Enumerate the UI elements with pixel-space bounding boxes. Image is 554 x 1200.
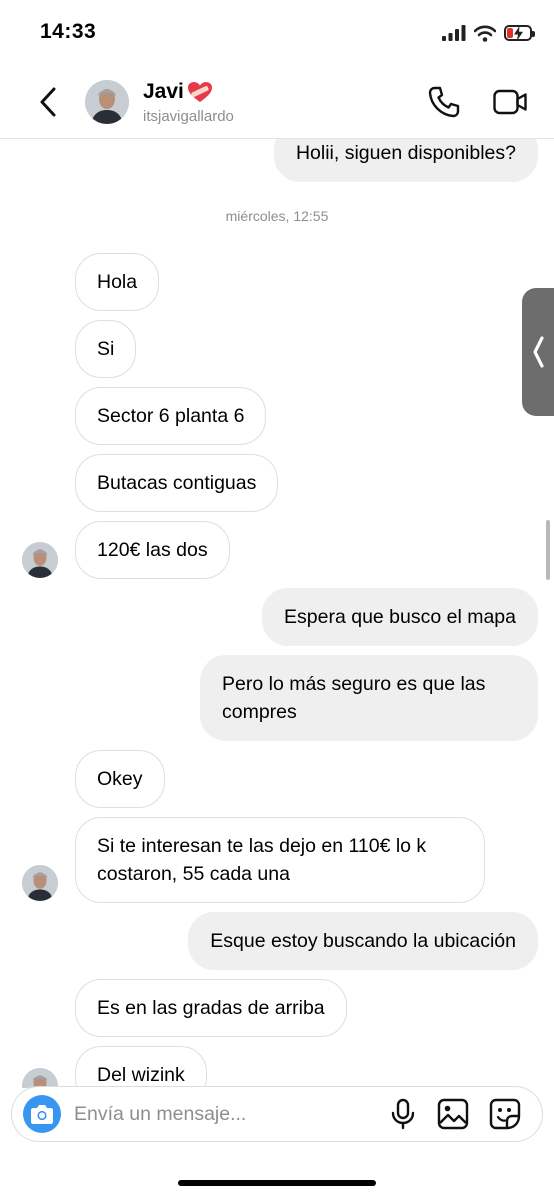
side-panel-handle[interactable]: [522, 288, 554, 416]
message-input[interactable]: [74, 1097, 374, 1131]
sticker-button[interactable]: [488, 1097, 522, 1131]
message-bubble-incoming[interactable]: Si te interesan te las dejo en 110€ lo k…: [75, 817, 485, 903]
message-bubble-incoming[interactable]: Es en las gradas de arriba: [75, 979, 347, 1037]
camera-button[interactable]: [23, 1095, 61, 1133]
message-bubble-outgoing[interactable]: Esque estoy buscando la ubicación: [188, 912, 538, 970]
status-time: 14:33: [40, 20, 97, 43]
message-bubble-outgoing[interactable]: Espera que busco el mapa: [262, 588, 538, 646]
status-icons: [442, 22, 535, 44]
chevron-left-icon: [40, 87, 56, 117]
signal-icon: [442, 25, 466, 41]
message-bubble-incoming[interactable]: Hola: [75, 253, 160, 311]
message-thread[interactable]: Holii, siguen disponibles? miércoles, 12…: [0, 138, 554, 1088]
wifi-icon: [474, 25, 496, 42]
contact-name-text: Javi: [143, 80, 184, 103]
video-call-button[interactable]: [492, 84, 528, 120]
gallery-button[interactable]: [436, 1097, 470, 1131]
chat-header: Javi itsjavigallardo: [0, 66, 554, 139]
sender-avatar: [22, 1068, 58, 1088]
back-button[interactable]: [32, 84, 64, 120]
call-button[interactable]: [426, 84, 462, 120]
voice-message-button[interactable]: [386, 1097, 420, 1131]
message-bubble-outgoing[interactable]: Pero lo más seguro es que las compres: [200, 655, 538, 741]
sender-avatar: [22, 865, 58, 901]
battery-icon: [504, 25, 535, 41]
heart-bandage-icon: [187, 82, 212, 102]
contact-name[interactable]: Javi: [143, 80, 213, 104]
video-camera-icon: [493, 89, 527, 115]
battery-level: [507, 28, 513, 38]
message-timestamp: miércoles, 12:55: [225, 208, 329, 224]
message-bubble-outgoing[interactable]: Holii, siguen disponibles?: [273, 138, 538, 182]
message-bubble-incoming[interactable]: Del wizink: [75, 1046, 207, 1088]
microphone-icon: [391, 1098, 415, 1130]
image-icon: [437, 1098, 469, 1130]
message-bubble-incoming[interactable]: 120€ las dos: [75, 521, 230, 579]
home-indicator[interactable]: [178, 1180, 376, 1186]
chevron-left-icon: [533, 336, 544, 368]
message-bubble-incoming[interactable]: Butacas contiguas: [75, 454, 279, 512]
message-bubble-incoming[interactable]: Okey: [75, 750, 165, 808]
message-bubble-incoming[interactable]: Sector 6 planta 6: [75, 387, 267, 445]
contact-handle: itsjavigallardo: [143, 108, 234, 125]
status-bar: 14:33: [0, 0, 554, 66]
camera-icon: [31, 1105, 53, 1124]
message-composer: [11, 1086, 543, 1142]
sender-avatar: [22, 542, 58, 578]
scrollbar[interactable]: [546, 520, 550, 580]
phone-icon: [428, 86, 460, 118]
avatar[interactable]: [85, 80, 129, 124]
sticker-icon: [489, 1098, 521, 1130]
message-bubble-incoming[interactable]: Si: [75, 320, 137, 378]
